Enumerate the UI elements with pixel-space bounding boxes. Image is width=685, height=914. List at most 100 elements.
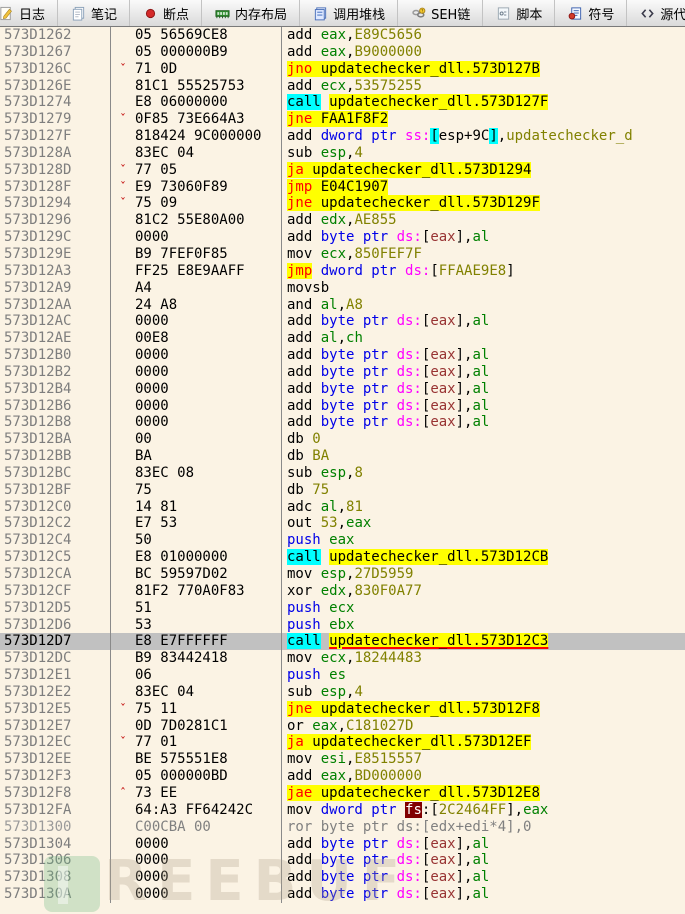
bytes-text: 05 56569CE8 [135, 27, 228, 44]
disasm-row[interactable]: 573D12BA00db 0 [0, 431, 685, 448]
disasm-row[interactable]: 573D129C0000add byte ptr ds:[eax],al [0, 229, 685, 246]
disasm-row[interactable]: 573D12BC83EC 08sub esp,8 [0, 465, 685, 482]
disasm-cell: jno updatechecker_dll.573D127B [282, 61, 685, 78]
disasm-row[interactable]: 573D1279ˇ0F85 73E664A3jne FAA1F8F2 [0, 111, 685, 128]
disasm-row[interactable]: 573D12CF81F2 770A0F83xor edx,830F0A77 [0, 583, 685, 600]
disasm-row[interactable]: 573D12FA64:A3 FF64242Cmov dword ptr fs:[… [0, 802, 685, 819]
disasm-row[interactable]: 573D12A9A4movsb [0, 280, 685, 297]
tab-log[interactable]: 日志 [0, 0, 58, 26]
disasm-row[interactable]: 573D12E5ˇ75 11jne updatechecker_dll.573D… [0, 701, 685, 718]
disasm-row[interactable]: 573D12CABC 59597D02mov esp,27D5959 [0, 566, 685, 583]
disasm-row[interactable]: 573D12C014 81adc al,81 [0, 499, 685, 516]
bytes-text: 50 [135, 532, 152, 549]
bytes-text: E8 E7FFFFFF [135, 633, 228, 650]
disasm-cell: add byte ptr ds:[eax],al [282, 229, 685, 246]
bytes-cell: B9 7FEF0F85 [111, 246, 282, 263]
bytes-cell: ˇ0F85 73E664A3 [111, 111, 282, 128]
tab-notes[interactable]: 笔记 [58, 0, 130, 26]
disasm-cell: mov ecx,18244483 [282, 650, 685, 667]
disasm-cell: and al,A8 [282, 297, 685, 314]
tab-breakpoints[interactable]: 断点 [130, 0, 202, 26]
disasm-cell: push ebx [282, 617, 685, 634]
disasm-row[interactable]: 573D129681C2 55E80A00add edx,AE855 [0, 212, 685, 229]
disasm-row[interactable]: 573D12AC0000add byte ptr ds:[eax],al [0, 313, 685, 330]
disasm-row[interactable]: 573D12BBBAdb BA [0, 448, 685, 465]
address-cell: 573D12C0 [0, 499, 111, 516]
disasm-row[interactable]: 573D12F305 000000BDadd eax,BD000000 [0, 768, 685, 785]
disasm-row[interactable]: 573D12D653push ebx [0, 617, 685, 634]
disasm-row[interactable]: 573D12ECˇ77 01ja updatechecker_dll.573D1… [0, 734, 685, 751]
disasm-cell: call updatechecker_dll.573D12CB [282, 549, 685, 566]
bytes-cell: 81C1 55525753 [111, 78, 282, 95]
disasm-cell: add byte ptr ds:[eax],al [282, 886, 685, 903]
disasm-row[interactable]: 573D12D551push ecx [0, 600, 685, 617]
disasm-row[interactable]: 573D12E70D 7D0281C1or eax,C181027D [0, 718, 685, 735]
disasm-row[interactable]: 573D126705 000000B9add eax,B9000000 [0, 44, 685, 61]
tab-script[interactable]: 脚本 [483, 0, 555, 26]
gutter [111, 499, 135, 516]
disasm-row[interactable]: 573D1300C00CBA 00ror byte ptr ds:[edx+ed… [0, 819, 685, 836]
disasm-row[interactable]: 573D12BF75db 75 [0, 482, 685, 499]
gutter [111, 802, 135, 819]
disasm-cell: add byte ptr ds:[eax],al [282, 313, 685, 330]
tab-symbols[interactable]: 符号 [555, 0, 627, 26]
disasm-row[interactable]: 573D12B20000add byte ptr ds:[eax],al [0, 364, 685, 381]
disasm-row[interactable]: 573D12E283EC 04sub esp,4 [0, 684, 685, 701]
disasm-row[interactable]: 573D12E106push es [0, 667, 685, 684]
address-cell: 573D126C [0, 61, 111, 78]
gutter [111, 869, 135, 886]
gutter [111, 751, 135, 768]
disasm-row[interactable]: 573D1274E8 06000000call updatechecker_dl… [0, 94, 685, 111]
bytes-cell: 83EC 04 [111, 145, 282, 162]
disasm-row[interactable]: 573D127F818424 9C000000add dword ptr ss:… [0, 128, 685, 145]
disasm-row[interactable]: 573D13060000add byte ptr ds:[eax],al [0, 852, 685, 869]
bytes-cell: 50 [111, 532, 282, 549]
disasm-row[interactable]: 573D130A0000add byte ptr ds:[eax],al [0, 886, 685, 903]
bytes-cell: FF25 E8E9AAFF [111, 263, 282, 280]
tab-source-code[interactable]: 源代码 [627, 0, 685, 26]
disasm-row[interactable]: 573D13080000add byte ptr ds:[eax],al [0, 869, 685, 886]
address-cell: 573D12E1 [0, 667, 111, 684]
disasm-row[interactable]: 573D129EB9 7FEF0F85mov ecx,850FEF7F [0, 246, 685, 263]
disasm-row[interactable]: 573D12C2E7 53out 53,eax [0, 515, 685, 532]
tab-seh-chain[interactable]: ?SEH链 [398, 0, 483, 26]
disasm-row[interactable]: 573D12C450push eax [0, 532, 685, 549]
disasm-row[interactable]: 573D12B80000add byte ptr ds:[eax],al [0, 414, 685, 431]
bytes-cell: BA [111, 448, 282, 465]
disasm-row[interactable]: 573D12AE00E8add al,ch [0, 330, 685, 347]
disasm-cell: xor edx,830F0A77 [282, 583, 685, 600]
disasm-row[interactable]: 573D12B60000add byte ptr ds:[eax],al [0, 398, 685, 415]
disasm-row[interactable]: 573D1294ˇ75 09jne updatechecker_dll.573D… [0, 195, 685, 212]
disasm-row[interactable]: 573D12B00000add byte ptr ds:[eax],al [0, 347, 685, 364]
disasm-row[interactable]: 573D12A3FF25 E8E9AAFFjmp dword ptr ds:[F… [0, 263, 685, 280]
tab-call-stack[interactable]: 调用堆栈 [300, 0, 398, 26]
gutter [111, 414, 135, 431]
svg-text:?: ? [421, 8, 423, 14]
bytes-text: A4 [135, 280, 152, 297]
disasm-row[interactable]: 573D12EEBE 575551E8mov esi,E8515557 [0, 751, 685, 768]
bytes-cell: 0000 [111, 398, 282, 415]
disasm-row[interactable]: 573D12AA24 A8and al,A8 [0, 297, 685, 314]
gutter [111, 27, 135, 44]
disasm-row[interactable]: 573D12D7E8 E7FFFFFFcall updatechecker_dl… [0, 633, 685, 650]
disasm-cell: add byte ptr ds:[eax],al [282, 869, 685, 886]
gutter [111, 94, 135, 111]
disasm-row[interactable]: 573D13040000add byte ptr ds:[eax],al [0, 836, 685, 853]
disasm-cell: add eax,B9000000 [282, 44, 685, 61]
disasm-row[interactable]: 573D12B40000add byte ptr ds:[eax],al [0, 381, 685, 398]
disasm-row[interactable]: 573D12F8ˆ73 EEjae updatechecker_dll.573D… [0, 785, 685, 802]
bytes-cell: 0000 [111, 229, 282, 246]
disasm-row[interactable]: 573D128A83EC 04sub esp,4 [0, 145, 685, 162]
disasm-row[interactable]: 573D126205 56569CE8add eax,E89C5656 [0, 27, 685, 44]
disasm-row[interactable]: 573D12DCB9 83442418mov ecx,18244483 [0, 650, 685, 667]
bytes-text: BC 59597D02 [135, 566, 228, 583]
disasm-row[interactable]: 573D128FˇE9 73060F89jmp E04C1907 [0, 179, 685, 196]
disasm-row[interactable]: 573D12C5E8 01000000call updatechecker_dl… [0, 549, 685, 566]
address-cell: 573D12C4 [0, 532, 111, 549]
disasm-row[interactable]: 573D128Dˇ77 05ja updatechecker_dll.573D1… [0, 162, 685, 179]
disasm-row[interactable]: 573D126E81C1 55525753add ecx,53575255 [0, 78, 685, 95]
tab-memory-map[interactable]: 内存布局 [202, 0, 300, 26]
disasm-row[interactable]: 573D126Cˇ71 0Djno updatechecker_dll.573D… [0, 61, 685, 78]
bytes-cell: 0000 [111, 852, 282, 869]
bytes-text: 73 EE [135, 785, 177, 802]
